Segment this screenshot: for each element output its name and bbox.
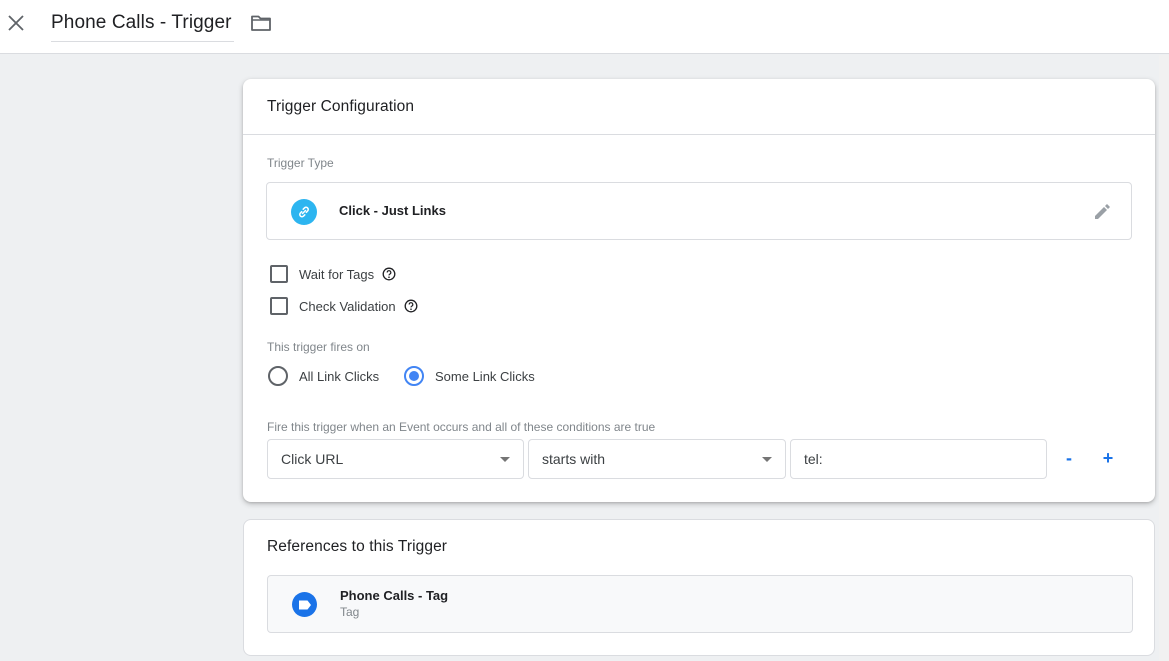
reference-type: Tag: [340, 605, 360, 619]
card-header: Trigger Configuration: [243, 79, 1155, 135]
trigger-type-label: Trigger Type: [267, 156, 334, 170]
edit-trigger-type-button[interactable]: [1091, 201, 1113, 223]
top-bar: Phone Calls - Trigger: [0, 0, 1169, 54]
all-link-clicks-option: All Link Clicks: [268, 366, 379, 386]
check-validation-option: Check Validation: [270, 297, 418, 315]
help-icon[interactable]: [404, 299, 418, 313]
all-link-clicks-radio[interactable]: [268, 366, 288, 386]
condition-operator-select[interactable]: starts with: [528, 439, 786, 479]
folder-button[interactable]: [250, 12, 272, 34]
wait-for-tags-checkbox[interactable]: [270, 265, 288, 283]
condition-value-input[interactable]: tel:: [790, 439, 1047, 479]
fires-on-label: This trigger fires on: [267, 340, 370, 354]
wait-for-tags-option: Wait for Tags: [270, 265, 396, 283]
condition-value-text: tel:: [804, 451, 823, 467]
all-link-clicks-label: All Link Clicks: [299, 368, 380, 384]
scrollbar[interactable]: [1159, 55, 1169, 661]
help-icon[interactable]: [382, 267, 396, 281]
wait-for-tags-label: Wait for Tags: [299, 266, 375, 282]
trigger-configuration-card: Trigger Configuration Trigger Type Click…: [243, 79, 1155, 502]
close-icon: [8, 15, 24, 31]
references-card: References to this Trigger Phone Calls -…: [243, 519, 1155, 656]
references-title: References to this Trigger: [267, 538, 448, 555]
check-validation-label: Check Validation: [299, 298, 396, 314]
some-link-clicks-option: Some Link Clicks: [404, 366, 535, 386]
conditions-label: Fire this trigger when an Event occurs a…: [267, 420, 656, 434]
page-title: Phone Calls - Trigger: [51, 12, 232, 33]
some-link-clicks-label: Some Link Clicks: [435, 368, 535, 384]
close-button[interactable]: [5, 12, 27, 34]
trigger-name-field[interactable]: Phone Calls - Trigger: [51, 10, 234, 42]
add-condition-button[interactable]: +: [1097, 447, 1119, 469]
folder-icon: [251, 15, 271, 31]
reference-item[interactable]: Phone Calls - Tag Tag: [267, 575, 1133, 633]
chevron-down-icon: [500, 457, 510, 462]
some-link-clicks-radio[interactable]: [404, 366, 424, 386]
card-title: Trigger Configuration: [267, 97, 415, 115]
remove-condition-button[interactable]: -: [1058, 447, 1080, 469]
reference-name: Phone Calls - Tag: [340, 588, 449, 603]
condition-operator-value: starts with: [542, 451, 606, 467]
chevron-down-icon: [762, 457, 772, 462]
check-validation-checkbox[interactable]: [270, 297, 288, 315]
condition-variable-select[interactable]: Click URL: [267, 439, 524, 479]
tag-icon: [292, 592, 317, 617]
pencil-icon: [1095, 204, 1110, 219]
trigger-type-name: Click - Just Links: [339, 203, 446, 218]
trigger-type-selector[interactable]: Click - Just Links: [266, 182, 1132, 240]
link-icon: [291, 199, 317, 225]
condition-variable-value: Click URL: [281, 451, 344, 467]
